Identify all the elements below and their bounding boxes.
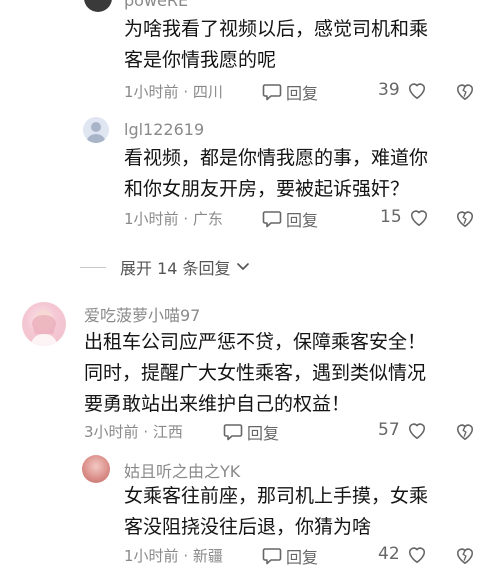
comment-text: 出租车公司应严惩不贷，保障乘客安全！ 同时，提醒广大女性乘客，遇到类似情况 要勇…	[84, 331, 427, 415]
broken-heart-icon[interactable]	[454, 81, 476, 101]
comment-text: 女乘客往前座，那司机上手摸，女乘 客没阻挠没往后退，你猜为啥	[124, 485, 429, 538]
like-button[interactable]: 15	[380, 207, 430, 227]
broken-heart-icon[interactable]	[454, 421, 476, 441]
comment-meta: 3小时前 · 江西	[84, 423, 183, 441]
like-count: 15	[380, 207, 402, 227]
broken-heart-icon[interactable]	[454, 208, 476, 228]
reply-button[interactable]: 回复	[223, 420, 279, 444]
avatar[interactable]	[22, 302, 66, 346]
comment-meta: 1小时前 · 广东	[124, 210, 223, 228]
chevron-down-icon	[236, 263, 249, 270]
like-count: 39	[378, 80, 400, 100]
reply-bubble-icon	[262, 84, 282, 101]
heart-icon	[408, 423, 425, 439]
reply-button[interactable]: 回复	[262, 544, 318, 568]
avatar-photo	[30, 310, 58, 346]
reply-button[interactable]: 回复	[262, 207, 318, 231]
like-button[interactable]: 39	[378, 80, 428, 100]
avatar[interactable]	[83, 117, 109, 143]
heart-icon	[408, 547, 425, 563]
reply-bubble-icon	[223, 424, 243, 441]
comment-username[interactable]: 爱吃菠萝小喵97	[84, 302, 200, 326]
default-avatar-icon	[86, 122, 106, 143]
comment-username[interactable]: lgl122619	[124, 120, 204, 139]
reply-bubble-icon	[262, 211, 282, 228]
comment-meta: 1小时前 · 新疆	[124, 547, 223, 565]
heart-icon	[408, 83, 425, 99]
like-button[interactable]: 57	[378, 420, 428, 440]
expand-replies-button[interactable]: 展开 14 条回复	[80, 255, 251, 279]
avatar[interactable]	[82, 455, 110, 483]
comment-username[interactable]: 姑且听之由之YK	[124, 458, 240, 482]
like-count: 42	[378, 544, 400, 564]
comment-meta: 1小时前 · 四川	[124, 83, 223, 101]
comment-text: 为啥我看了视频以后，感觉司机和乘 客是你情我愿的呢	[124, 18, 429, 71]
comment-text: 看视频，都是你情我愿的事，难道你 和你女朋友开房，要被起诉强奸？	[124, 147, 429, 200]
broken-heart-icon[interactable]	[454, 545, 476, 565]
avatar[interactable]	[84, 0, 112, 12]
heart-icon	[410, 210, 427, 226]
divider	[80, 266, 106, 268]
like-button[interactable]: 42	[378, 544, 428, 564]
reply-bubble-icon	[262, 548, 282, 565]
reply-button[interactable]: 回复	[262, 80, 318, 104]
comment-username[interactable]: poweRE	[124, 0, 188, 10]
like-count: 57	[378, 420, 400, 440]
